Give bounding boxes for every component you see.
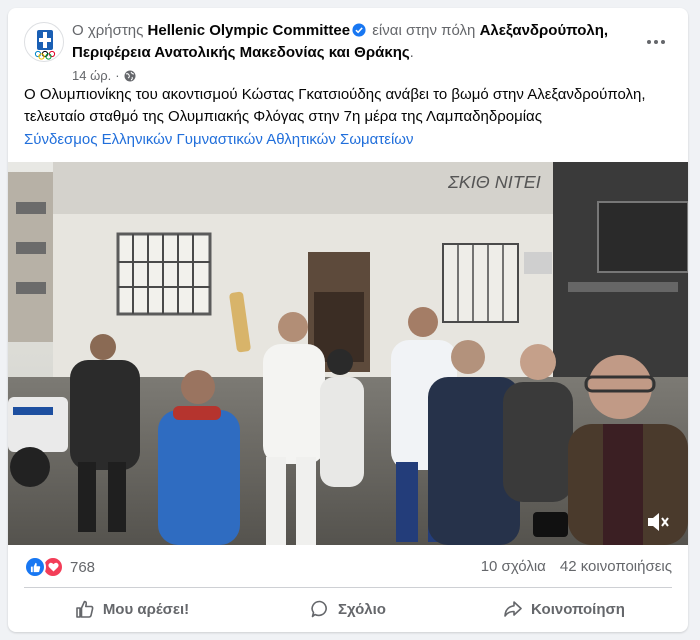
comment-label: Σχόλιο — [338, 600, 386, 618]
header-in-city: είναι στην πόλη — [372, 22, 476, 39]
share-arrow-icon — [504, 601, 522, 617]
share-button[interactable]: Κοινοποίηση — [456, 590, 672, 628]
header-prefix: Ο χρήστης — [72, 22, 144, 39]
globe-icon[interactable] — [124, 70, 136, 82]
post-stats: 768 10 σχόλια 42 κοινοποιήσεις — [24, 545, 672, 587]
post-actions-bar: Μου αρέσει! Σχόλιο Κοινοποίηση — [24, 590, 672, 628]
post-video[interactable]: ΣΚΙΘ ΝΙΤΕΙ — [8, 162, 688, 545]
more-dots-icon — [647, 40, 665, 44]
reactions-summary[interactable]: 768 — [24, 556, 95, 578]
torch-relay-scene-image: ΣΚΙΘ ΝΙΤΕΙ — [8, 162, 688, 545]
meta-separator: · — [115, 68, 120, 83]
olympic-committee-logo-icon — [34, 30, 56, 60]
post-card: Ο χρήστης Hellenic Olympic Committee είν… — [8, 8, 688, 632]
like-button[interactable]: Μου αρέσει! — [24, 590, 240, 628]
tagged-page-link[interactable]: Σύνδεσμος Ελληνικών Γυμναστικών Αθλητικώ… — [24, 131, 414, 148]
post-timestamp[interactable]: 14 ώρ. — [72, 68, 111, 83]
actions-divider — [24, 587, 672, 588]
wall-graffiti: ΣΚΙΘ ΝΙΤΕΙ — [447, 172, 541, 192]
like-label: Μου αρέσει! — [102, 600, 190, 618]
thumbs-up-icon — [76, 600, 94, 618]
post-header-text: Ο χρήστης Hellenic Olympic Committee είν… — [72, 20, 628, 64]
post-meta: 14 ώρ. · — [72, 68, 136, 83]
verified-badge-icon — [352, 23, 366, 37]
engagement-counts: 10 σχόλια 42 κοινοποιήσεις — [481, 558, 672, 575]
comment-button[interactable]: Σχόλιο — [240, 590, 456, 628]
comment-bubble-icon — [311, 600, 327, 618]
reaction-count: 768 — [70, 558, 96, 576]
like-reaction-icon — [24, 556, 46, 578]
post-header: Ο χρήστης Hellenic Olympic Committee είν… — [24, 20, 672, 83]
share-label: Κοινοποίηση — [531, 600, 625, 618]
more-options-button[interactable] — [640, 26, 672, 58]
post-text: Ο Ολυμπιονίκης του ακοντισμού Κώστας Γκα… — [24, 86, 646, 125]
author-avatar[interactable] — [24, 22, 64, 62]
header-period: . — [409, 44, 414, 61]
comments-count-link[interactable]: 10 σχόλια — [481, 558, 546, 575]
shares-count-link[interactable]: 42 κοινοποιήσεις — [560, 558, 672, 575]
author-name-link[interactable]: Hellenic Olympic Committee — [148, 22, 351, 39]
